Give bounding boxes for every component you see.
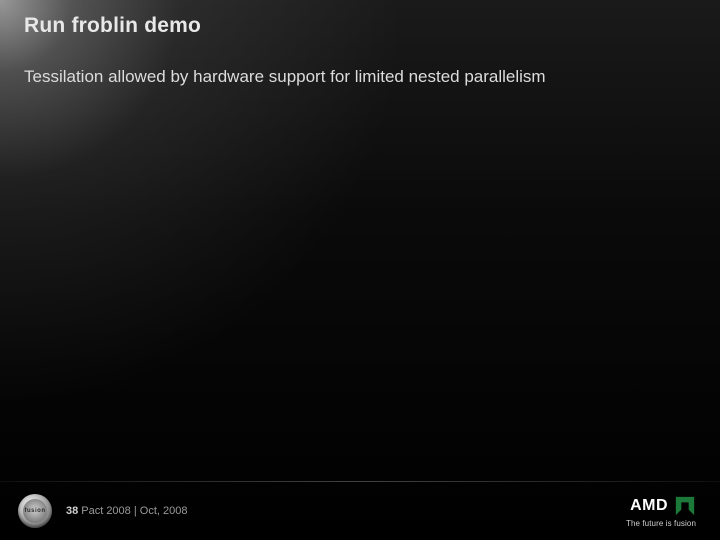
brand-tagline: The future is fusion (626, 520, 696, 528)
page-number: 38 (66, 505, 78, 517)
brand-name: AMD (630, 498, 668, 514)
slide-body: Tessilation allowed by hardware support … (24, 66, 680, 88)
brand-block: AMD The future is fusion (626, 495, 696, 528)
fusion-badge-label: fusion (25, 508, 46, 514)
footer-meta-text: Pact 2008 | Oct, 2008 (81, 505, 187, 517)
footer-left: fusion 38Pact 2008 | Oct, 2008 (18, 494, 187, 528)
fusion-badge-icon: fusion (18, 494, 52, 528)
amd-arrow-shape (676, 496, 694, 514)
amd-arrow-icon (674, 495, 696, 517)
footer: fusion 38Pact 2008 | Oct, 2008 AMD The f… (0, 482, 720, 540)
page-meta: 38Pact 2008 | Oct, 2008 (66, 505, 187, 517)
slide: Run froblin demo Tessilation allowed by … (0, 0, 720, 540)
slide-title: Run froblin demo (24, 14, 696, 38)
